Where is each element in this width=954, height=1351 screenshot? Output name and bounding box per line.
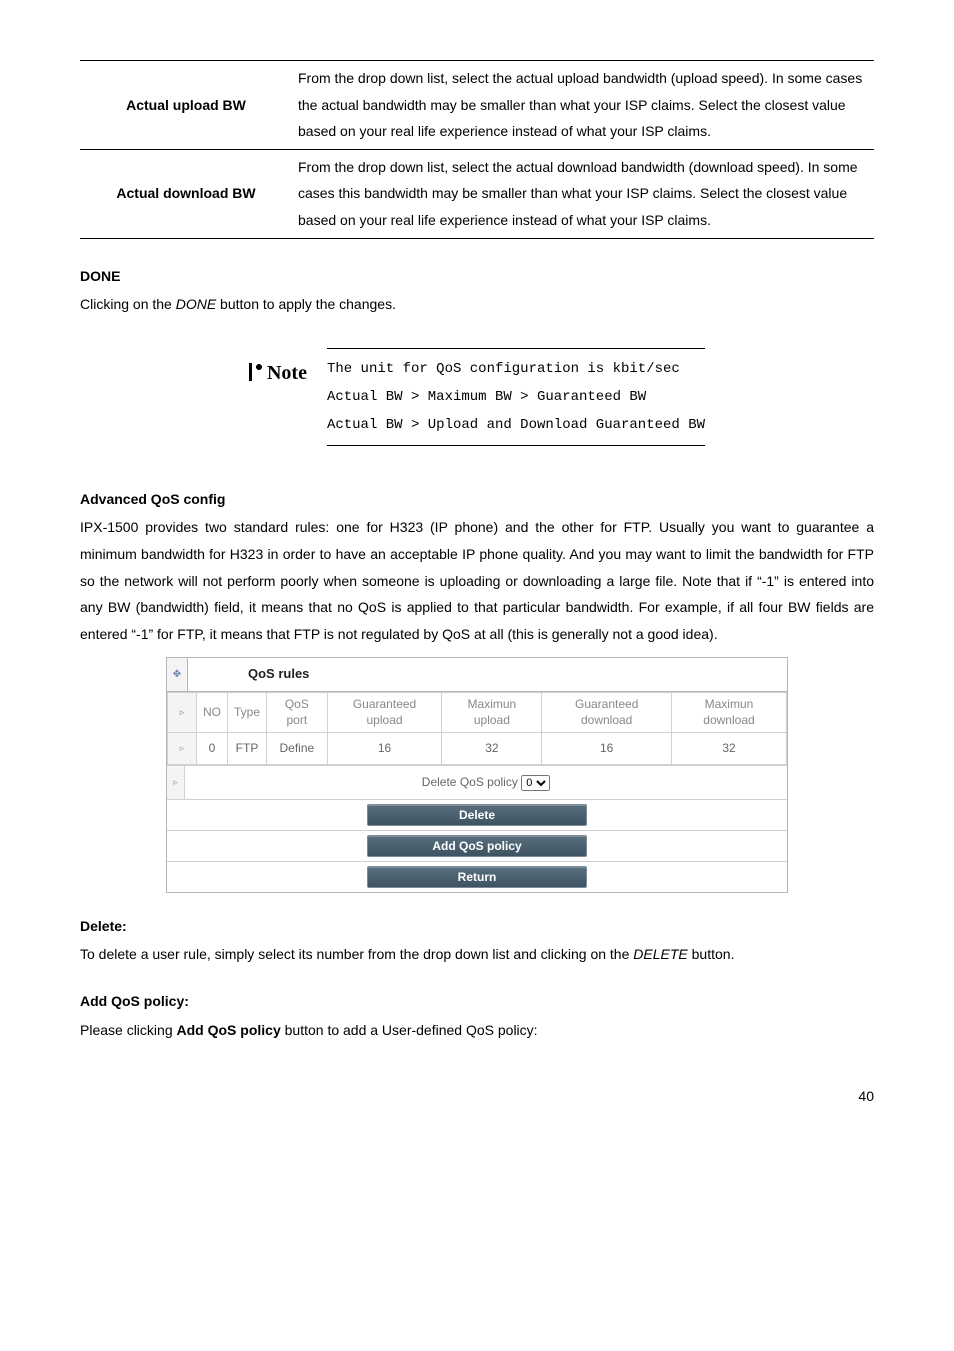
delete-policy-label: Delete QoS policy [422, 775, 518, 789]
param-table: Actual upload BW From the drop down list… [80, 60, 874, 239]
param-upload-label: Actual upload BW [80, 61, 292, 150]
cell-port: Define [267, 733, 328, 765]
cell-maximum-upload: 32 [442, 733, 542, 765]
col-maximum-upload: Maximun upload [442, 693, 542, 733]
col-guaranteed-download: Guaranteed download [542, 693, 672, 733]
col-maximum-download: Maximun download [671, 693, 786, 733]
col-guaranteed-upload: Guaranteed upload [327, 693, 442, 733]
cell-maximum-download: 32 [671, 733, 786, 765]
param-download-label: Actual download BW [80, 149, 292, 238]
qos-rules-title: QoS rules [188, 658, 349, 691]
done-text: Clicking on the DONE button to apply the… [80, 291, 874, 318]
cell-no: 0 [197, 733, 228, 765]
delete-heading: Delete: [80, 913, 874, 940]
delete-text: To delete a user rule, simply select its… [80, 941, 874, 968]
add-text: Please clicking Add QoS policy button to… [80, 1017, 874, 1044]
table-row: ▹ 0 FTP Define 16 32 16 32 [168, 733, 787, 765]
cell-type: FTP [228, 733, 267, 765]
row-handle-icon: ▹ [168, 733, 197, 765]
col-type: Type [228, 693, 267, 733]
add-text-suffix: button to add a User-defined QoS policy: [281, 1022, 538, 1038]
col-port: QoS port [267, 693, 328, 733]
panel-drag-icon: ✥ [167, 658, 188, 691]
note-box: Note The unit for QoS configuration is k… [249, 348, 705, 446]
done-text-em: DONE [176, 296, 216, 312]
add-qos-policy-button[interactable]: Add QoS policy [367, 835, 587, 857]
return-button[interactable]: Return [367, 866, 587, 888]
add-text-prefix: Please clicking [80, 1022, 177, 1038]
note-content: The unit for QoS configuration is kbit/s… [327, 348, 705, 446]
param-download-desc: From the drop down list, select the actu… [292, 149, 874, 238]
col-no: NO [197, 693, 228, 733]
qos-table: ▹ NO Type QoS port Guaranteed upload Max… [167, 692, 787, 765]
done-text-suffix: button to apply the changes. [216, 296, 396, 312]
done-heading: DONE [80, 263, 874, 290]
delete-text-prefix: To delete a user rule, simply select its… [80, 946, 633, 962]
row-handle-icon: ▹ [167, 766, 185, 799]
cell-guaranteed-download: 16 [542, 733, 672, 765]
page-number: 40 [80, 1083, 874, 1110]
cell-guaranteed-upload: 16 [327, 733, 442, 765]
delete-text-suffix: button. [688, 946, 735, 962]
row-handle-icon: ▹ [168, 693, 197, 733]
param-upload-desc: From the drop down list, select the actu… [292, 61, 874, 150]
done-text-prefix: Clicking on the [80, 296, 176, 312]
note-label: Note [249, 348, 307, 392]
delete-button[interactable]: Delete [367, 804, 587, 826]
delete-text-em: DELETE [633, 946, 687, 962]
add-text-bold: Add QoS policy [177, 1022, 281, 1038]
qos-rules-panel: ✥ QoS rules ▹ NO Type QoS port Guarantee… [166, 657, 788, 892]
delete-policy-select[interactable]: 0 [521, 775, 550, 791]
add-heading: Add QoS policy: [80, 988, 874, 1015]
advanced-heading: Advanced QoS config [80, 486, 874, 513]
advanced-para: IPX-1500 provides two standard rules: on… [80, 514, 874, 647]
